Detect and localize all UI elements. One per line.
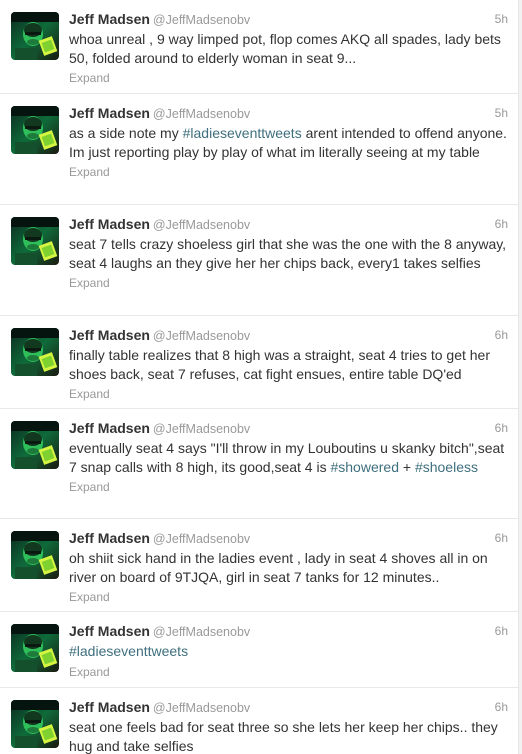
tweet-text-content: oh shiit sick hand in the ladies event ,… — [69, 550, 492, 585]
expand-link[interactable]: Expand — [69, 588, 509, 607]
expand-link[interactable]: Expand — [69, 663, 509, 682]
author-handle[interactable]: @JeffMadsenobv — [153, 422, 250, 436]
tweet-text: seat one feels bad for seat three so she… — [69, 718, 509, 754]
expand-link[interactable]: Expand — [69, 163, 509, 182]
tweet-timestamp[interactable]: 6h — [495, 328, 508, 342]
tweet-text-content: whoa unreal , 9 way limped pot, flop com… — [69, 31, 505, 66]
author-name[interactable]: Jeff Madsen — [69, 699, 150, 715]
author-name[interactable]: Jeff Madsen — [69, 420, 150, 436]
tweet-item[interactable]: Jeff Madsen @JeffMadsenobv 5h whoa unreal… — [0, 0, 518, 94]
tweet-timestamp[interactable]: 5h — [495, 106, 508, 120]
tweet-text-content: finally table realizes that 8 high was a… — [69, 347, 494, 382]
author-handle[interactable]: @JeffMadsenobv — [153, 13, 250, 27]
author-handle[interactable]: @JeffMadsenobv — [153, 218, 250, 232]
author-handle[interactable]: @JeffMadsenobv — [153, 107, 250, 121]
author-name[interactable]: Jeff Madsen — [69, 327, 150, 343]
author-name[interactable]: Jeff Madsen — [69, 530, 150, 546]
author-handle[interactable]: @JeffMadsenobv — [153, 625, 250, 639]
tweet-timestamp[interactable]: 6h — [495, 421, 508, 435]
tweet-timestamp[interactable]: 6h — [495, 700, 508, 714]
tweet-timestamp[interactable]: 6h — [495, 531, 508, 545]
hashtag-link[interactable]: #ladieseventtweets — [69, 643, 188, 659]
expand-link[interactable]: Expand — [69, 274, 509, 293]
author-name[interactable]: Jeff Madsen — [69, 105, 150, 121]
tweet-item[interactable]: Jeff Madsen @JeffMadsenobv 5h as a side n… — [0, 94, 518, 205]
tweet-header: Jeff Madsen @JeffMadsenobv 6h — [69, 623, 518, 641]
tweet-item[interactable]: Jeff Madsen @JeffMadsenobv 6h #ladieseven… — [0, 612, 518, 688]
tweet-item[interactable]: Jeff Madsen @JeffMadsenobv 6h seat 7 tell… — [0, 205, 518, 316]
scrollbar[interactable] — [518, 0, 522, 754]
tweet-header: Jeff Madsen @JeffMadsenobv 5h — [69, 11, 518, 29]
avatar[interactable] — [11, 328, 59, 376]
tweet-text: #ladieseventtweets Expand — [69, 642, 509, 681]
tweet-timestamp[interactable]: 6h — [495, 624, 508, 638]
author-handle[interactable]: @JeffMadsenobv — [153, 532, 250, 546]
avatar[interactable] — [11, 624, 59, 672]
tweet-text: as a side note my #ladieseventtweets are… — [69, 124, 509, 182]
tweet-header: Jeff Madsen @JeffMadsenobv 5h — [69, 105, 518, 123]
tweet-header: Jeff Madsen @JeffMadsenobv 6h — [69, 420, 518, 438]
author-name[interactable]: Jeff Madsen — [69, 216, 150, 232]
tweet-text: eventually seat 4 says "I'll throw in my… — [69, 439, 509, 497]
tweet-item[interactable]: Jeff Madsen @JeffMadsenobv 6h oh shiit si… — [0, 519, 518, 612]
hashtag-link[interactable]: #shoeless — [415, 459, 478, 475]
tweet-header: Jeff Madsen @JeffMadsenobv 6h — [69, 216, 518, 234]
avatar[interactable] — [11, 531, 59, 579]
avatar[interactable] — [11, 217, 59, 265]
expand-link[interactable]: Expand — [69, 385, 509, 404]
tweet-text: seat 7 tells crazy shoeless girl that sh… — [69, 235, 509, 293]
tweet-text: oh shiit sick hand in the ladies event ,… — [69, 549, 509, 607]
hashtag-link[interactable]: #ladieseventtweets — [183, 125, 302, 141]
tweet-header: Jeff Madsen @JeffMadsenobv 6h — [69, 530, 518, 548]
tweet-header: Jeff Madsen @JeffMadsenobv 6h — [69, 327, 518, 345]
tweet-item[interactable]: Jeff Madsen @JeffMadsenobv 6h finally tab… — [0, 316, 518, 409]
tweet-timeline: Jeff Madsen @JeffMadsenobv 5h whoa unreal… — [0, 0, 522, 754]
avatar[interactable] — [11, 700, 59, 748]
tweet-item[interactable]: Jeff Madsen @JeffMadsenobv 6h eventually … — [0, 409, 518, 519]
avatar[interactable] — [11, 421, 59, 469]
tweet-text-content: + — [398, 458, 415, 475]
hashtag-link[interactable]: #showered — [330, 459, 399, 475]
tweet-text-content: as a side note my — [69, 125, 183, 141]
tweet-text-content: seat 7 tells crazy shoeless girl that sh… — [69, 236, 510, 271]
tweet-timestamp[interactable]: 5h — [495, 12, 508, 26]
author-name[interactable]: Jeff Madsen — [69, 623, 150, 639]
author-handle[interactable]: @JeffMadsenobv — [153, 701, 250, 715]
avatar[interactable] — [11, 106, 59, 154]
tweet-text-content: seat one feels bad for seat three so she… — [69, 719, 502, 754]
expand-link[interactable]: Expand — [69, 478, 509, 497]
author-handle[interactable]: @JeffMadsenobv — [153, 329, 250, 343]
expand-link[interactable]: Expand — [69, 69, 509, 88]
tweet-text: finally table realizes that 8 high was a… — [69, 346, 509, 404]
tweet-text: whoa unreal , 9 way limped pot, flop com… — [69, 30, 509, 88]
tweet-item[interactable]: Jeff Madsen @JeffMadsenobv 6h seat one fe… — [0, 688, 518, 754]
avatar[interactable] — [11, 12, 59, 60]
tweet-timestamp[interactable]: 6h — [495, 217, 508, 231]
author-name[interactable]: Jeff Madsen — [69, 11, 150, 27]
tweet-header: Jeff Madsen @JeffMadsenobv 6h — [69, 699, 518, 717]
